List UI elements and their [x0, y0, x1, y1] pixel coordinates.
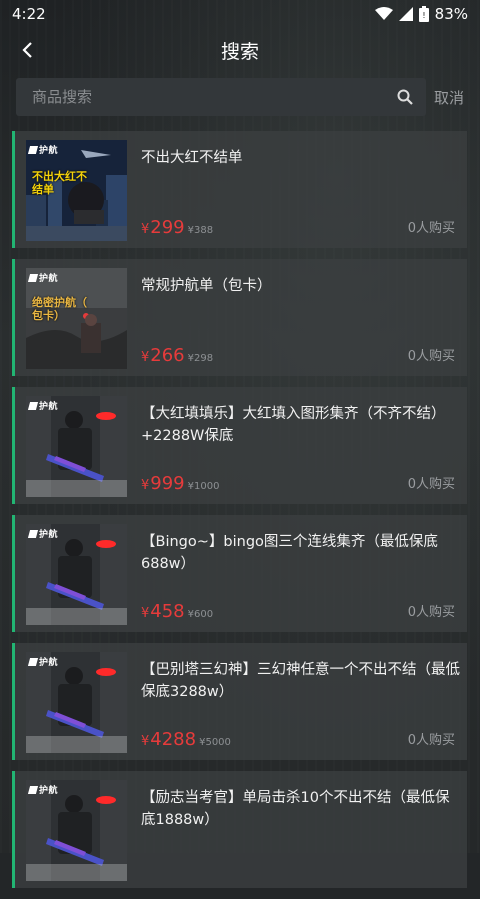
thumbnail-caption: 不出大红不 结单	[32, 170, 87, 196]
badge-logo-icon	[27, 273, 39, 282]
sold-count: 0人购买	[407, 605, 455, 620]
product-title: 不出大红不结单	[141, 150, 243, 166]
status-icons: ! 83%	[374, 5, 468, 23]
currency-symbol: ¥	[141, 350, 150, 365]
battery-percent: 83%	[434, 5, 468, 23]
current-price: 4288	[150, 729, 197, 750]
original-price: ¥1000	[187, 481, 220, 492]
original-price: ¥5000	[199, 737, 231, 748]
product-thumbnail: 护航绝密护航（ 包卡）	[26, 268, 127, 369]
product-price: ¥458 ¥600	[141, 601, 213, 622]
badge-logo-icon	[27, 529, 39, 538]
wifi-icon	[374, 7, 393, 20]
product-title: 【巴别塔三幻神】三幻神任意一个不出不结（最低保底3288w）	[141, 662, 460, 700]
escort-badge: 护航	[27, 399, 59, 412]
badge-text: 护航	[39, 402, 59, 412]
escort-badge: 护航	[27, 271, 59, 284]
product-thumbnail: 护航	[26, 780, 127, 881]
currency-symbol: ¥	[141, 222, 150, 237]
badge-text: 护航	[39, 658, 59, 668]
product-thumbnail: 护航	[26, 396, 127, 497]
product-price: ¥999 ¥1000	[141, 473, 219, 494]
search-row: 取消	[16, 78, 468, 116]
current-price: 266	[150, 345, 185, 366]
signal-icon	[398, 7, 413, 21]
product-title: 【Bingo~】bingo图三个连线集齐（最低保底688w）	[141, 534, 438, 572]
product-title: 常规护航单（包卡）	[141, 278, 272, 294]
current-price: 299	[150, 217, 185, 238]
currency-symbol: ¥	[141, 606, 150, 621]
product-thumbnail: 护航不出大红不 结单	[26, 140, 127, 241]
product-card[interactable]: 护航 【Bingo~】bingo图三个连线集齐（最低保底688w） ¥458 ¥600…	[12, 515, 467, 632]
badge-logo-icon	[27, 657, 39, 666]
back-button[interactable]	[14, 36, 42, 64]
status-time: 4:22	[12, 5, 46, 23]
product-price: ¥299 ¥388	[141, 217, 213, 238]
product-thumbnail: 护航	[26, 652, 127, 753]
product-card[interactable]: 护航 【励志当考官】单局击杀10个不出不结（最低保底1888w）	[12, 771, 467, 888]
product-thumbnail: 护航	[26, 524, 127, 625]
svg-text:!: !	[422, 11, 425, 20]
original-price: ¥388	[187, 225, 214, 236]
escort-badge: 护航	[27, 143, 59, 156]
chevron-left-icon	[22, 42, 32, 58]
product-list: 护航 不出大红不 结单 不出大红不结单 ¥299 ¥388 0人购买 护航 绝密护航（ 包卡）…	[12, 131, 467, 899]
escort-badge: 护航	[27, 527, 59, 540]
product-price: ¥266 ¥298	[141, 345, 213, 366]
current-price: 458	[150, 601, 185, 622]
badge-text: 护航	[39, 786, 59, 796]
battery-icon: !	[418, 6, 429, 22]
sold-count: 0人购买	[407, 221, 455, 236]
sold-count: 0人购买	[407, 349, 455, 364]
thumbnail-caption: 绝密护航（ 包卡）	[32, 296, 87, 322]
badge-logo-icon	[27, 785, 39, 794]
current-price: 999	[150, 473, 185, 494]
badge-text: 护航	[39, 146, 59, 156]
page-title: 搜索	[220, 40, 259, 63]
badge-logo-icon	[27, 401, 39, 410]
product-title: 【励志当考官】单局击杀10个不出不结（最低保底1888w）	[141, 790, 450, 828]
product-card[interactable]: 护航 不出大红不 结单 不出大红不结单 ¥299 ¥388 0人购买	[12, 131, 467, 248]
original-price: ¥298	[187, 353, 214, 364]
cancel-button[interactable]: 取消	[434, 87, 464, 108]
sold-count: 0人购买	[407, 477, 455, 492]
sold-count: 0人购买	[407, 733, 455, 748]
original-price: ¥600	[187, 609, 214, 620]
search-icon[interactable]	[396, 88, 414, 106]
badge-logo-icon	[27, 145, 39, 154]
product-title: 【大红填填乐】大红填入图形集齐（不齐不结）+2288W保底	[141, 406, 446, 444]
status-bar: 4:22 ! 83%	[0, 0, 480, 28]
search-input[interactable]	[30, 87, 396, 107]
currency-symbol: ¥	[141, 734, 150, 749]
escort-badge: 护航	[27, 783, 59, 796]
product-price: ¥4288 ¥5000	[141, 729, 231, 750]
badge-text: 护航	[39, 530, 59, 540]
product-card[interactable]: 护航绝密护航（ 包卡） 常规护航单（包卡） ¥266 ¥298 0人购买	[12, 259, 467, 376]
nav-bar: 搜索	[0, 28, 480, 72]
search-box[interactable]	[16, 78, 426, 116]
product-card[interactable]: 护航 【大红填填乐】大红填入图形集齐（不齐不结）+2288W保底 ¥999 ¥1000…	[12, 387, 467, 504]
escort-badge: 护航	[27, 655, 59, 668]
product-card[interactable]: 护航 【巴别塔三幻神】三幻神任意一个不出不结（最低保底3288w） ¥4288 ¥50…	[12, 643, 467, 760]
badge-text: 护航	[39, 274, 59, 284]
currency-symbol: ¥	[141, 478, 150, 493]
